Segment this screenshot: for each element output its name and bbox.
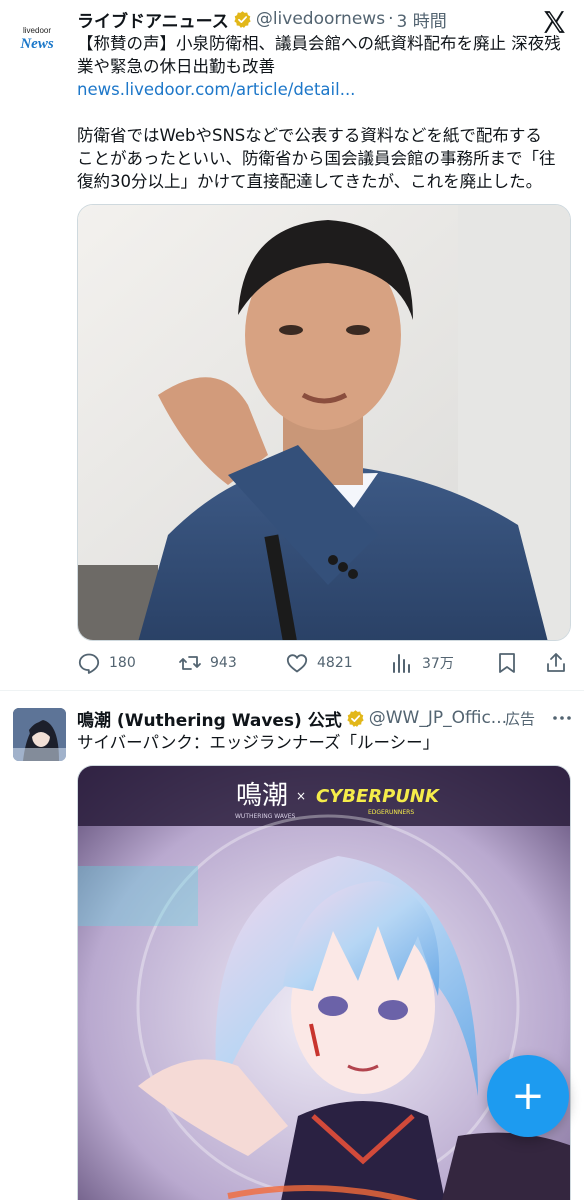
- views-button[interactable]: 37万: [390, 651, 454, 675]
- lucy-artwork: 鳴潮 WUTHERING WAVES × CYBERPUNK EDGERUNNE…: [78, 766, 570, 1200]
- tweet-text: 【称賛の声】小泉防衛相、議員会館への紙資料配布を廃止 深夜残 業や緊急の休日出勤…: [77, 32, 572, 193]
- ad-label: 広告: [505, 709, 536, 728]
- politician-photo: [78, 205, 570, 640]
- view-count: 37万: [422, 656, 454, 672]
- media-logo-right-sub: EDGERUNNERS: [368, 809, 414, 816]
- more-options-icon[interactable]: [552, 705, 572, 731]
- media-logo-right: CYBERPUNK: [316, 786, 441, 807]
- plus-icon: +: [511, 1073, 545, 1119]
- media-logo-left: 鳴潮: [236, 781, 288, 811]
- author-name[interactable]: ライブドアニュース: [77, 7, 229, 32]
- share-button[interactable]: [544, 651, 576, 675]
- tweet-time[interactable]: 3 時間: [396, 7, 446, 32]
- avatar-wuthering-waves[interactable]: [13, 708, 66, 761]
- compose-button[interactable]: +: [487, 1055, 569, 1137]
- views-chart-icon: [393, 654, 410, 673]
- tweet-text: サイバーパンク：エッジランナーズ「ルーシー」: [77, 733, 440, 752]
- reply-count: 180: [109, 655, 136, 671]
- tweet-paragraph: 防衛省ではWebやSNSなどで公表する資料などを紙で配布する ことがあったといい…: [77, 124, 572, 193]
- ad-image[interactable]: 鳴潮 WUTHERING WAVES × CYBERPUNK EDGERUNNE…: [77, 765, 571, 1200]
- like-button[interactable]: 4821: [285, 651, 353, 675]
- media-logo-left-sub: WUTHERING WAVES: [235, 813, 295, 820]
- avatar-brand-text: News: [20, 36, 54, 52]
- article-link[interactable]: news.livedoor.com/article/detail...: [77, 78, 572, 101]
- share-icon: [547, 653, 565, 672]
- tweet-header: 鳴潮 (Wuthering Waves) 公式 @WW_JP_Offic...: [77, 705, 507, 731]
- verified-badge-icon: [233, 10, 252, 29]
- bookmark-button[interactable]: [495, 651, 527, 675]
- repost-button[interactable]: 943: [178, 651, 237, 675]
- avatar-livedoor[interactable]: livedoor News: [10, 12, 64, 66]
- tweet-paragraph-line: 復約30分以上」かけて直接配達してきたが、これを廃止した。: [77, 172, 543, 191]
- tweet-header: ライブドアニュース @livedoornews · 3 時間: [77, 6, 447, 32]
- tweet-livedoor[interactable]: livedoor News ライブドアニュース @livedoornews · …: [0, 0, 584, 690]
- reply-icon: [78, 653, 100, 674]
- heart-icon: [286, 654, 308, 673]
- tweet-paragraph-line: 防衛省ではWebやSNSなどで公表する資料などを紙で配布する: [77, 126, 542, 145]
- verified-badge-icon: [346, 709, 365, 728]
- author-handle[interactable]: @WW_JP_Offic...: [369, 708, 507, 728]
- tweet-text-line: 【称賛の声】小泉防衛相、議員会館への紙資料配布を廃止 深夜残: [77, 34, 561, 53]
- tweet-wuthering-waves-ad[interactable]: 鳴潮 (Wuthering Waves) 公式 @WW_JP_Offic... …: [0, 691, 584, 1200]
- tweet-paragraph-line: ことがあったといい、防衛省から国会議員会館の事務所まで「往: [77, 149, 556, 168]
- media-logo-x: ×: [296, 789, 306, 803]
- tweet-photo[interactable]: [77, 204, 571, 641]
- avatar-top-text: livedoor: [22, 26, 51, 35]
- tweet-actions: 180 943 4821 37万: [77, 648, 571, 678]
- header-separator: ·: [388, 9, 394, 29]
- reply-button[interactable]: 180: [77, 651, 136, 675]
- tweet-text-line: 業や緊急の休日出勤も改善: [77, 57, 275, 76]
- repost-icon: [179, 656, 201, 670]
- repost-count: 943: [210, 655, 237, 671]
- author-handle[interactable]: @livedoornews: [256, 9, 385, 29]
- author-name[interactable]: 鳴潮 (Wuthering Waves) 公式: [77, 706, 342, 731]
- like-count: 4821: [317, 655, 353, 671]
- bookmark-icon: [499, 653, 515, 673]
